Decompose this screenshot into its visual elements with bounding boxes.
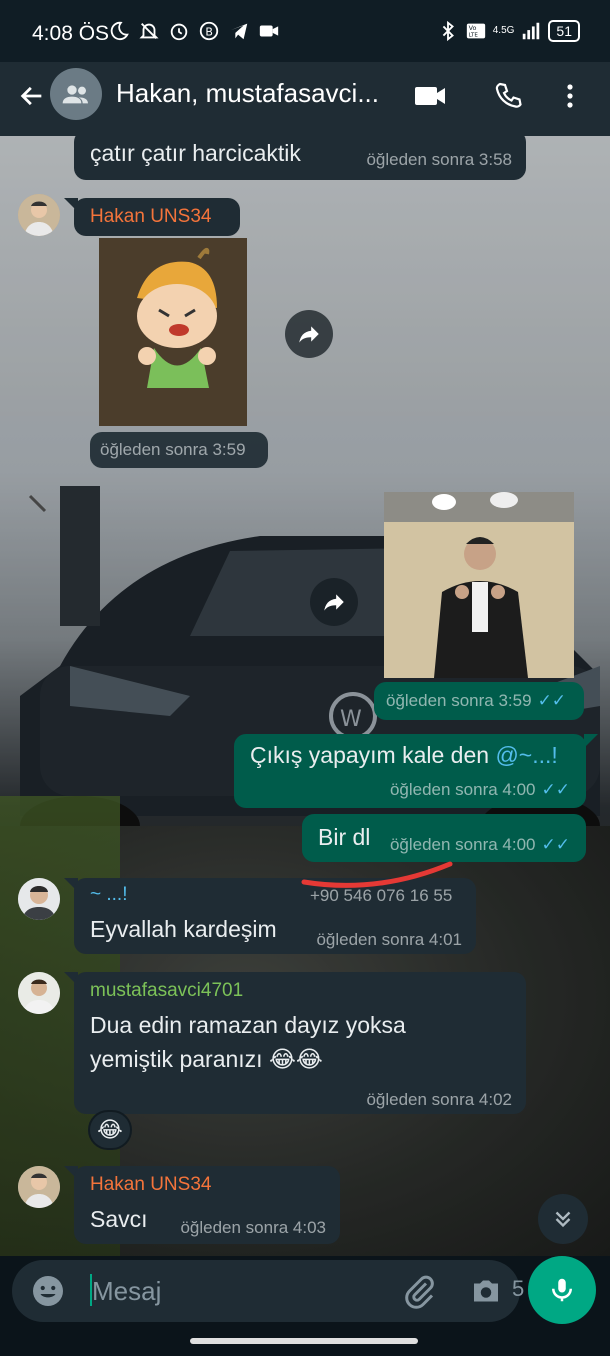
- message-input[interactable]: Mesaj 5: [12, 1260, 524, 1322]
- telegram-icon: [230, 23, 248, 40]
- message-bubble-incoming[interactable]: çatır çatır harcicaktik öğleden sonra 3:…: [74, 136, 526, 180]
- voice-call-icon[interactable]: [490, 80, 526, 112]
- moon-icon: [110, 21, 129, 41]
- message-text: Çıkış yapayım kale den @~...!: [250, 742, 558, 768]
- message-text-line: yemiştik paranızı 😂😂: [90, 1046, 323, 1072]
- battery-indicator: 51: [548, 20, 580, 42]
- avatar[interactable]: [18, 1166, 60, 1208]
- forward-button[interactable]: [310, 578, 358, 626]
- chat-header: Hakan, mustafasavci...: [0, 62, 610, 136]
- message-bubble-incoming[interactable]: mustafasavci4701 Dua edin ramazan dayız …: [74, 972, 526, 1114]
- message-time: öğleden sonra 4:01: [316, 930, 462, 949]
- forward-button[interactable]: [285, 310, 333, 358]
- message-time: öğleden sonra 4:03: [180, 1218, 326, 1237]
- alarm-icon: [170, 23, 188, 41]
- sender-name: ~ ...!: [90, 884, 128, 905]
- forward-icon: [324, 594, 344, 611]
- group-avatar[interactable]: [50, 68, 102, 120]
- message-text-line: Dua edin ramazan dayız yoksa: [90, 1012, 406, 1038]
- message-text: Eyvallah kardeşim: [90, 916, 277, 942]
- emoji-icon[interactable]: [30, 1273, 66, 1309]
- chat-area[interactable]: W 34 RU çatır çatır harcicaktik öğleden …: [0, 136, 610, 1256]
- video-record-icon: [259, 25, 279, 37]
- avatar-image: [18, 194, 60, 236]
- message-time: öğleden sonra 4:02: [366, 1090, 512, 1109]
- sender-label-bubble: Hakan UNS34: [74, 198, 240, 236]
- read-receipt-icon: ✓✓: [541, 780, 571, 799]
- status-system-icons: Vo LTE 4.5G 51: [437, 20, 580, 42]
- sticker-message[interactable]: [384, 492, 574, 678]
- bluetooth-icon: [442, 20, 454, 42]
- microphone-icon: [552, 1278, 572, 1302]
- sticker-message[interactable]: [99, 238, 247, 426]
- read-receipt-icon: ✓✓: [541, 835, 571, 854]
- volte-icon: VoLTE: [466, 23, 485, 39]
- status-time: 4:08 ÖS: [32, 22, 110, 45]
- red-strike-annotation: [301, 861, 453, 888]
- sticker-image: [384, 492, 574, 678]
- svg-text:Vo: Vo: [468, 24, 476, 32]
- sticker-image: [99, 238, 247, 426]
- avatar-image: [18, 1166, 60, 1208]
- avatar[interactable]: [18, 194, 60, 236]
- network-type: 4.5G: [492, 25, 515, 36]
- read-receipt-icon: ✓✓: [537, 691, 567, 710]
- chat-title[interactable]: Hakan, mustafasavci...: [116, 78, 396, 109]
- message-bubble-incoming[interactable]: Hakan UNS34 Savcı öğleden sonra 4:03: [74, 1166, 340, 1244]
- sender-name: mustafasavci4701: [90, 980, 244, 1001]
- avatar[interactable]: [18, 878, 60, 920]
- group-icon: [62, 85, 88, 104]
- mention: @~...!: [495, 742, 558, 768]
- sticker-time-badge: öğleden sonra 3:59: [90, 432, 268, 468]
- attach-icon[interactable]: [402, 1273, 438, 1309]
- video-call-icon[interactable]: [412, 80, 448, 112]
- message-time: öğleden sonra 3:58: [366, 150, 512, 169]
- home-indicator[interactable]: [190, 1338, 418, 1344]
- bell-off-icon: [139, 23, 159, 39]
- camera-icon[interactable]: [468, 1273, 504, 1309]
- svg-text:LTE: LTE: [468, 33, 478, 39]
- sender-name: Hakan UNS34: [90, 1174, 212, 1195]
- sticker-time-badge: öğleden sonra 3:59 ✓✓: [374, 682, 584, 720]
- sender-name: Hakan UNS34: [90, 206, 212, 227]
- scroll-to-bottom-button[interactable]: [538, 1194, 588, 1244]
- signal-icon: [523, 22, 540, 40]
- voice-message-button[interactable]: [528, 1256, 596, 1324]
- message-time: öğleden sonra 3:59 ✓✓: [386, 691, 567, 710]
- b-app-icon: B: [199, 21, 219, 41]
- message-time: öğleden sonra 4:00 ✓✓: [389, 835, 571, 854]
- avatar[interactable]: [18, 972, 60, 1014]
- avatar-image: [18, 972, 60, 1014]
- status-notification-icons: B: [108, 20, 280, 42]
- more-options-icon[interactable]: [554, 80, 586, 112]
- message-text: Savcı: [90, 1206, 148, 1232]
- status-bar: 4:08 ÖS B Vo LTE 4.5G 51: [0, 0, 610, 62]
- avatar-image: [18, 878, 60, 920]
- message-text: çatır çatır harcicaktik: [90, 140, 301, 166]
- input-placeholder: Mesaj: [92, 1276, 162, 1306]
- forward-icon: [299, 326, 319, 343]
- message-time: öğleden sonra 4:00 ✓✓: [389, 780, 571, 799]
- back-arrow-icon[interactable]: [18, 82, 46, 110]
- svg-text:B: B: [205, 26, 213, 39]
- message-bubble-outgoing[interactable]: Çıkış yapayım kale den @~...! öğleden so…: [234, 734, 586, 808]
- message-time: öğleden sonra 3:59: [100, 440, 246, 459]
- message-text: Bir dl: [318, 824, 371, 850]
- message-bubble-outgoing[interactable]: Bir dl öğleden sonra 4:00 ✓✓: [302, 814, 586, 862]
- camera-badge: 5: [512, 1276, 525, 1301]
- reaction-badge[interactable]: 😂: [88, 1110, 132, 1150]
- double-chevron-down-icon: [555, 1211, 571, 1228]
